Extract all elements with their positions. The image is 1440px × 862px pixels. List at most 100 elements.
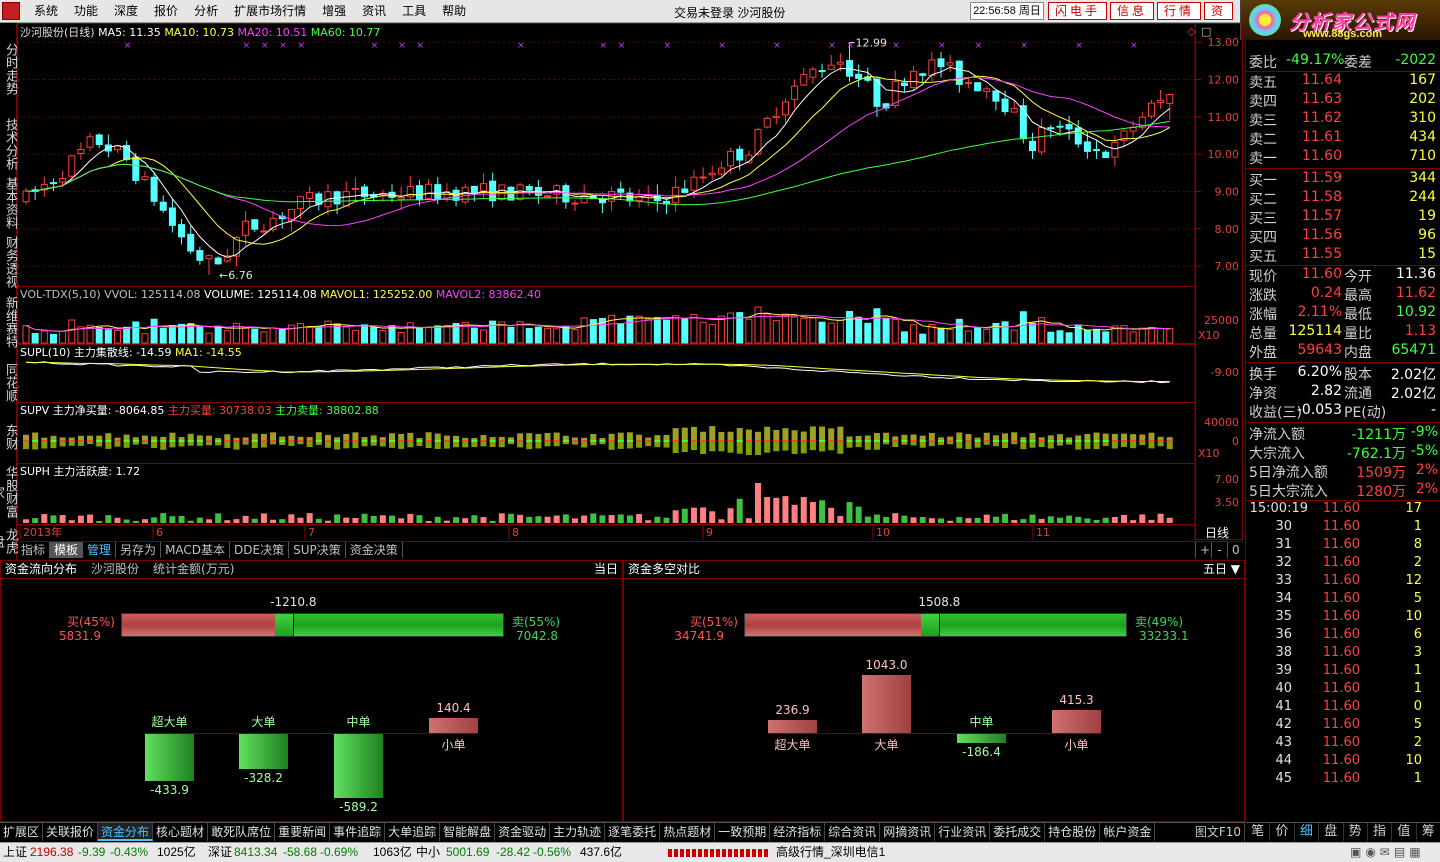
indicator-tab[interactable]: 另存为 (116, 542, 162, 558)
function-tab[interactable]: 主力轨迹 (550, 823, 606, 841)
candle-body (571, 202, 579, 205)
supv-net-bar (361, 440, 368, 442)
menu-item[interactable]: 系统 (26, 0, 66, 23)
quote-tab[interactable]: 筹 (1417, 823, 1440, 841)
range-selector[interactable]: 当日 (594, 561, 618, 578)
suph-bar (297, 517, 304, 523)
quote-tab[interactable]: 细 (1295, 823, 1320, 841)
function-tab[interactable]: 行业资讯 (935, 823, 991, 841)
period-label[interactable]: 日线 (1205, 526, 1229, 540)
f10-button[interactable]: 图文F10 (1192, 823, 1245, 841)
suph-bar (919, 517, 926, 523)
quote-tab[interactable]: 势 (1344, 823, 1368, 841)
function-tab[interactable]: 经济指标 (770, 823, 826, 841)
suph-bar (608, 515, 615, 523)
suph-bar (187, 520, 194, 523)
toolbar-button[interactable]: 行情 (1157, 2, 1202, 20)
toolbar-button[interactable]: 信息 (1110, 2, 1155, 20)
function-tab[interactable]: 帐户资金 (1100, 823, 1156, 841)
indicator-tab[interactable]: 指标 (17, 542, 51, 558)
supv-sell-bar (745, 441, 752, 456)
zoom-out-button[interactable]: - (1211, 542, 1227, 558)
side-tab[interactable]: 东财 (0, 413, 18, 461)
function-tab[interactable]: 核心题材 (153, 823, 209, 841)
side-tab[interactable]: 新维赛特 (0, 293, 18, 351)
side-tab[interactable]: 龙虎盘 (0, 523, 18, 559)
close-icon[interactable]: □ (1201, 25, 1211, 38)
kline-chart-area[interactable]: 13.00 12.00 11.00 10.00 9.00 8.00 7.00 12.99 ←6.… (17, 23, 1243, 540)
quote-tab[interactable]: 值 (1392, 823, 1417, 841)
indicator-tab[interactable]: DDE决策 (230, 542, 290, 558)
diamond-icon[interactable]: ◇ (1187, 25, 1196, 38)
supv-buy-bar (526, 433, 533, 441)
function-tab[interactable]: 资金分布 (98, 823, 154, 841)
range-selector[interactable]: 五日 ▼ (1203, 561, 1240, 578)
supv-sell-bar (626, 441, 633, 449)
suph-bar (160, 513, 167, 523)
function-tab[interactable]: 持仓股份 (1045, 823, 1101, 841)
low-price-label: ←6.76 (219, 269, 253, 282)
quote-tab[interactable]: 价 (1270, 823, 1295, 841)
kline-chart-svg[interactable]: 13.00 12.00 11.00 10.00 9.00 8.00 7.00 12.99 ←6.… (17, 23, 1243, 540)
volume-bar (49, 333, 57, 344)
quote-tab[interactable]: 笔 (1246, 823, 1271, 841)
stat-row: 涨跌 0.24 最高 11.62 (1246, 285, 1440, 304)
zoom-in-button[interactable]: + (1195, 542, 1211, 558)
side-tab[interactable]: 同花顺 (0, 353, 18, 411)
volume-bar (159, 327, 167, 344)
volume-bar (425, 326, 433, 344)
ad-banner[interactable]: 分析家公式网 www.88gs.com (1240, 0, 1440, 40)
menu-item[interactable]: 分析 (186, 0, 226, 23)
suph-bar (141, 519, 148, 523)
menu-item[interactable]: 功能 (66, 0, 106, 23)
function-tab[interactable]: 网摘资讯 (880, 823, 936, 841)
side-tab[interactable]: 华股财富家 (0, 463, 18, 521)
menu-item[interactable]: 工具 (394, 0, 434, 23)
menu-item[interactable]: 深度 (106, 0, 146, 23)
tick-row: 30 11.60 1 (1246, 519, 1440, 537)
supv-buy-bar (690, 426, 697, 441)
function-tab[interactable]: 重要新闻 (275, 823, 331, 841)
indicator-tab[interactable]: 管理 (83, 542, 117, 558)
function-tab[interactable]: 事件追踪 (330, 823, 386, 841)
toolbar-button[interactable]: 资 (1204, 2, 1234, 20)
side-tab[interactable]: 分时走势 (0, 25, 18, 113)
supv-net-bar (343, 440, 350, 442)
menu-item[interactable]: 扩展市场行情 (226, 0, 314, 23)
function-tab[interactable]: 关联报价 (43, 823, 99, 841)
menu-item[interactable]: 增强 (314, 0, 354, 23)
indicator-tab[interactable]: SUP决策 (289, 542, 346, 558)
side-tab[interactable]: 财务透视 (0, 233, 18, 291)
function-tab[interactable]: 逐笔委托 (605, 823, 661, 841)
side-tab[interactable]: 基本资料 (0, 175, 18, 231)
supv-buy-bar (389, 433, 395, 441)
suph-bar (59, 515, 66, 523)
side-tab[interactable]: 技术分析 (0, 115, 18, 173)
function-tab[interactable]: 敢死队席位 (208, 823, 276, 841)
indicator-tab[interactable]: 模板 (50, 542, 84, 558)
quote-tab[interactable]: 盘 (1319, 823, 1344, 841)
supv-sell-bar (151, 441, 158, 448)
indicator-tab[interactable]: 资金决策 (346, 542, 403, 558)
flow-value: -1211万 (1351, 427, 1406, 443)
function-tab[interactable]: 资金驱动 (495, 823, 551, 841)
supv-sell-bar (1047, 441, 1054, 449)
function-tab[interactable]: 综合资讯 (825, 823, 881, 841)
candle-body (1093, 149, 1101, 152)
function-tab[interactable]: 热点题材 (660, 823, 716, 841)
quote-tab[interactable]: 指 (1368, 823, 1393, 841)
supv-net-bar (736, 440, 743, 442)
reset-button[interactable]: 0 (1227, 542, 1243, 558)
supv-sell-bar (782, 441, 789, 451)
menu-item[interactable]: 帮助 (434, 0, 474, 23)
supv-buy-bar (343, 433, 350, 441)
function-tab[interactable]: 扩展区 (0, 823, 44, 841)
function-tab[interactable]: 大单追踪 (385, 823, 441, 841)
function-tab[interactable]: 一致预期 (715, 823, 771, 841)
function-tab[interactable]: 委托成交 (990, 823, 1046, 841)
menu-item[interactable]: 报价 (146, 0, 186, 23)
toolbar-button[interactable]: 闪电手 (1048, 2, 1108, 20)
function-tab[interactable]: 智能解盘 (440, 823, 496, 841)
menu-item[interactable]: 资讯 (354, 0, 394, 23)
indicator-tab[interactable]: MACD基本 (161, 542, 231, 558)
